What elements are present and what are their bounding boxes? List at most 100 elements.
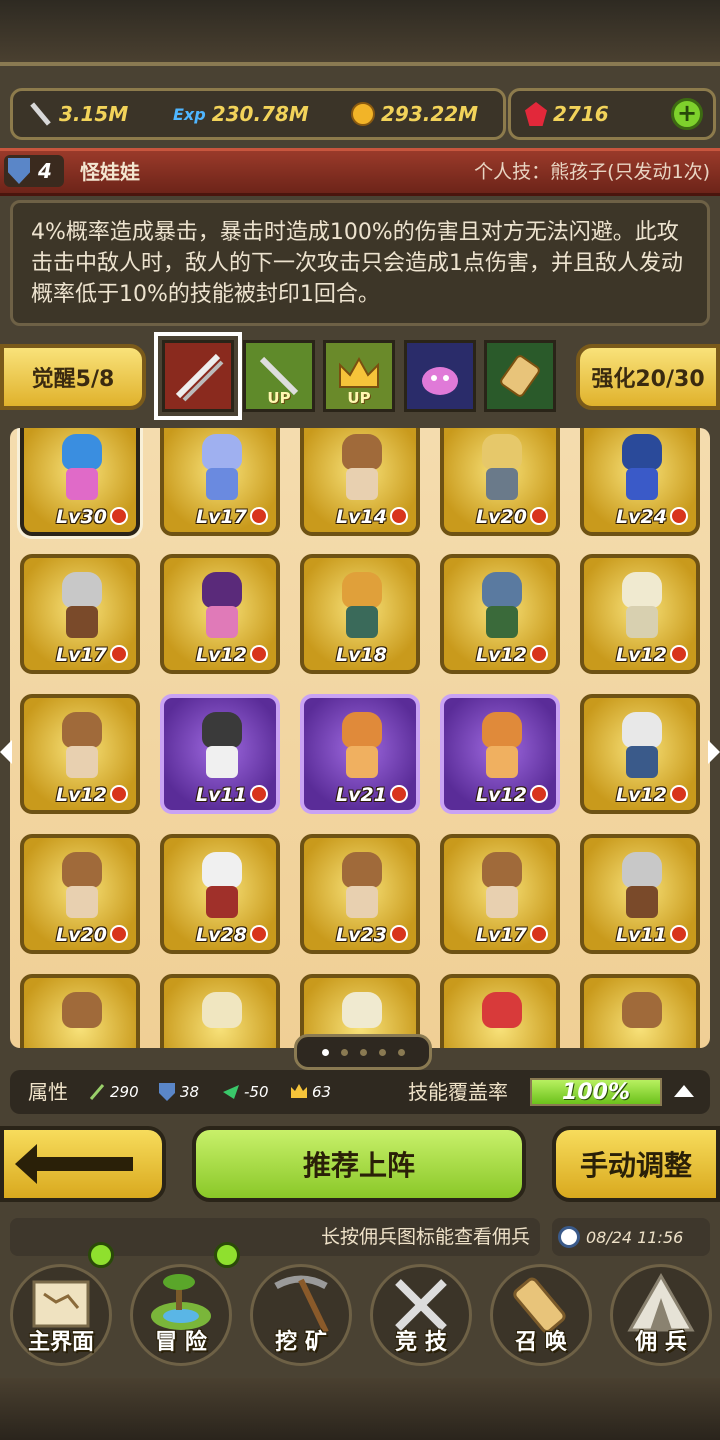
- mercenary-level: Lv20: [476, 506, 527, 528]
- mercenary-card[interactable]: Lv21: [300, 694, 420, 814]
- page-right-arrow[interactable]: [708, 740, 720, 764]
- tab-sword-up[interactable]: UP: [243, 340, 315, 412]
- deployed-badge-icon: [110, 645, 128, 663]
- mercenary-card[interactable]: Lv11: [580, 834, 700, 954]
- tab-slime[interactable]: [404, 340, 476, 412]
- nav-mining[interactable]: 挖 矿: [242, 1258, 360, 1370]
- mercenary-card[interactable]: [440, 974, 560, 1048]
- mercenary-grid: Lv30 Lv17 Lv14 Lv20 Lv24 Lv17 Lv12 Lv18 Lv12 Lv12…: [10, 428, 710, 1048]
- portrait-head: [62, 572, 102, 608]
- personal-skill: 个人技：熊孩子(只发动1次): [474, 161, 710, 183]
- nav-main[interactable]: 主界面: [2, 1242, 120, 1370]
- expand-caret-icon[interactable]: [674, 1085, 694, 1097]
- mercenary-level: Lv11: [196, 784, 247, 806]
- clock: 08/24 11:56: [552, 1218, 710, 1256]
- portrait-head: [482, 434, 522, 470]
- mercenary-card[interactable]: Lv12: [580, 554, 700, 674]
- portrait-head: [482, 852, 522, 888]
- portrait-body: [626, 468, 658, 500]
- portrait-head: [482, 572, 522, 608]
- awaken-button[interactable]: 觉醒5/8: [0, 344, 146, 410]
- stat-wing: -50: [222, 1070, 269, 1114]
- mercenary-card[interactable]: Lv12: [160, 554, 280, 674]
- tab-crossed-swords[interactable]: [154, 332, 242, 420]
- add-gems-button[interactable]: +: [671, 98, 703, 130]
- portrait-head: [622, 572, 662, 608]
- nav-mining-label: 挖 矿: [275, 1330, 327, 1355]
- nav-arena[interactable]: 竞 技: [362, 1258, 480, 1370]
- mercenary-card[interactable]: Lv17: [160, 428, 280, 536]
- portrait-body: [206, 468, 238, 500]
- portrait-head: [622, 852, 662, 888]
- mercenary-level: Lv12: [476, 784, 527, 806]
- mercenary-card[interactable]: Lv24: [580, 428, 700, 536]
- mercenary-level: Lv12: [616, 644, 667, 666]
- stat-shield: 38: [158, 1070, 199, 1114]
- mercenary-portrait: [472, 712, 532, 782]
- sword-up-label: UP: [267, 389, 291, 407]
- mercenary-portrait: [612, 434, 672, 504]
- back-button[interactable]: [0, 1126, 166, 1202]
- portrait-body: [206, 886, 238, 918]
- nav-summon-label: 召 唤: [515, 1330, 567, 1355]
- mercenary-card[interactable]: Lv20: [20, 834, 140, 954]
- portrait-head: [482, 712, 522, 748]
- tab-scroll[interactable]: [484, 340, 556, 412]
- page-left-arrow[interactable]: [0, 740, 12, 764]
- portrait-body: [346, 468, 378, 500]
- exp-icon: Exp: [173, 104, 206, 124]
- enhance-button[interactable]: 强化20/30: [576, 344, 720, 410]
- skill-coverage-value: 100%: [562, 1080, 630, 1105]
- mercenary-card[interactable]: Lv17: [440, 834, 560, 954]
- mercenary-card[interactable]: Lv12: [580, 694, 700, 814]
- mercenary-card[interactable]: [160, 974, 280, 1048]
- mercenary-card[interactable]: [20, 974, 140, 1048]
- deployed-badge-icon: [670, 645, 688, 663]
- recommend-deploy-button[interactable]: 推荐上阵: [192, 1126, 526, 1202]
- nav-mercenary[interactable]: 佣 兵: [602, 1258, 720, 1370]
- mercenary-card[interactable]: Lv17: [20, 554, 140, 674]
- deployed-badge-icon: [670, 925, 688, 943]
- mercenary-portrait: [472, 852, 532, 922]
- tab-crown-up[interactable]: UP: [323, 340, 395, 412]
- mercenary-card[interactable]: [580, 974, 700, 1048]
- mercenary-portrait: [332, 572, 392, 642]
- mercenary-card[interactable]: Lv20: [440, 428, 560, 536]
- mercenary-card[interactable]: Lv28: [160, 834, 280, 954]
- nav-adventure[interactable]: 冒 险: [122, 1242, 240, 1370]
- mercenary-portrait: [472, 572, 532, 642]
- crown-up-label: UP: [347, 389, 371, 407]
- slime-icon: [422, 367, 458, 395]
- mercenary-card[interactable]: Lv12: [440, 694, 560, 814]
- ruby-icon: [525, 102, 547, 126]
- mercenary-card[interactable]: Lv14: [300, 428, 420, 536]
- portrait-head: [202, 572, 242, 608]
- scroll-icon: [500, 355, 540, 397]
- mercenary-portrait: [192, 712, 252, 782]
- skill-coverage-bar: 100%: [530, 1078, 662, 1106]
- mercenary-card[interactable]: Lv12: [440, 554, 560, 674]
- stat-crown-value: 63: [312, 1083, 332, 1101]
- mercenary-portrait: [332, 712, 392, 782]
- page-dot: [340, 1048, 348, 1056]
- stat-sword-value: 290: [110, 1083, 139, 1101]
- nav-main-label: 主界面: [27, 1330, 94, 1355]
- mercenary-card[interactable]: Lv23: [300, 834, 420, 954]
- portrait-head: [62, 434, 102, 470]
- mercenary-level: Lv17: [476, 924, 527, 946]
- portrait-head: [62, 712, 102, 748]
- mercenary-level: Lv12: [476, 644, 527, 666]
- mercenary-portrait: [612, 852, 672, 922]
- mercenary-card[interactable]: Lv18: [300, 554, 420, 674]
- mercenary-card[interactable]: Lv12: [20, 694, 140, 814]
- portrait-head: [622, 992, 662, 1028]
- gold-value: 293.22M: [381, 102, 479, 126]
- mercenary-portrait: [52, 992, 112, 1048]
- portrait-head: [202, 992, 242, 1028]
- manual-adjust-button[interactable]: 手动调整: [552, 1126, 720, 1202]
- mercenary-portrait: [192, 992, 252, 1048]
- nav-summon[interactable]: 召 唤: [482, 1258, 600, 1370]
- mercenary-portrait: [612, 572, 672, 642]
- mercenary-card[interactable]: Lv11: [160, 694, 280, 814]
- mercenary-card[interactable]: Lv30: [20, 428, 140, 536]
